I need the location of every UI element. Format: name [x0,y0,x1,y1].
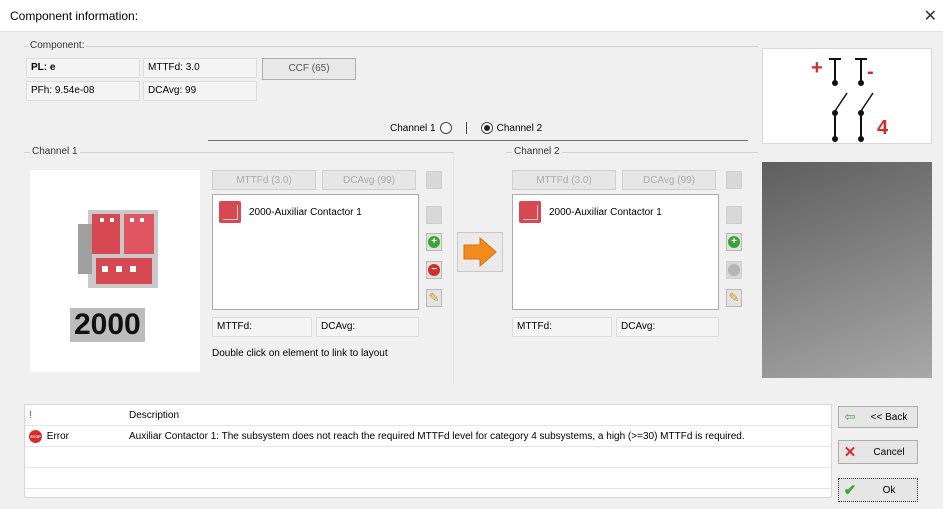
title-bar: Component information: ✕ [0,0,943,32]
channel2-radio-label: Channel 2 [496,122,543,134]
channel1-group-label: Channel 1 [30,146,80,157]
channel2-image-area [762,162,932,378]
channel2-dcavg-button[interactable]: DCAvg (99) [622,170,716,190]
channel2-edit-button[interactable]: ✎ [726,289,742,307]
copy-to-channel2-button[interactable] [457,232,503,272]
error-col-icon: ! [25,405,125,426]
channel1-radio-label: Channel 1 [390,122,436,134]
list-item[interactable]: 2000-Auxiliar Contactor 1 [213,195,418,229]
channel-selector-line [208,140,748,141]
channel2-mttfd-button[interactable]: MTTFd (3.0) [512,170,616,190]
error-type: Error [46,430,70,442]
pfh-field: PFh: 9.54e-08 [26,81,140,101]
add-icon: + [428,236,440,248]
channel1-hint: Double click on element to link to layou… [212,348,388,359]
channel2-group-label: Channel 2 [512,146,562,157]
channel1-list[interactable]: 2000-Auxiliar Contactor 1 [212,194,419,310]
channel1-disabled-icon [426,206,442,224]
arrow-right-icon [463,237,497,267]
list-item[interactable]: 2000-Auxiliar Contactor 1 [513,195,718,229]
minus-label: - [867,61,874,83]
channel1-dcavg-field: DCAvg: [316,317,419,337]
channel2-disabled-icon [726,206,742,224]
pl-field: PL: e [26,58,140,78]
channel-selector: Channel 1 Channel 2 [390,120,542,136]
product-label: 2000 [70,308,145,342]
channel2-list[interactable]: 2000-Auxiliar Contactor 1 [512,194,719,310]
channel1-mttfd-button[interactable]: MTTFd (3.0) [212,170,316,190]
plus-label: + [811,57,823,79]
window-title: Component information: [10,9,139,23]
pencil-icon: ✎ [728,290,740,305]
channel-separator [465,122,467,134]
channel1-radio[interactable] [439,122,452,134]
channel2-mttfd-field: MTTFd: [512,317,612,337]
channel2-disabled-icon-top [726,171,742,189]
channel1-item-label: 2000-Auxiliar Contactor 1 [249,206,362,218]
category-label: 4 [877,117,889,139]
category-diagram: + - 4 [762,48,932,144]
error-table-header: ! Description [25,405,831,426]
error-col-description: Description [125,405,831,426]
channel2-radio[interactable] [480,122,493,134]
remove-icon: − [428,264,440,276]
ccf-button[interactable]: CCF (65) [262,58,356,80]
cancel-button[interactable]: ✕ Cancel [838,440,918,464]
stop-icon: STOP [29,429,42,443]
table-row[interactable]: STOP Error Auxiliar Contactor 1: The sub… [25,425,831,447]
pencil-icon: ✎ [428,290,440,305]
ok-button[interactable]: ✔ Ok [838,478,918,502]
channel1-add-button[interactable]: + [426,233,442,251]
contactor-icon [519,201,541,223]
channel2-dcavg-field: DCAvg: [616,317,719,337]
cancel-x-icon: ✕ [843,444,857,461]
channel1-dcavg-button[interactable]: DCAvg (99) [322,170,416,190]
channel2-remove-button[interactable] [726,261,742,279]
dcavg-field: DCAvg: 99 [143,81,257,101]
channel1-remove-button[interactable]: − [426,261,442,279]
back-arrow-icon: ⇦ [844,409,856,424]
contactor-picture-icon [78,210,158,288]
mttfd-field: MTTFd: 3.0 [143,58,257,78]
remove-disabled-icon [728,264,740,276]
checkmark-icon: ✔ [843,482,857,499]
component-group-label: Component: [28,40,87,51]
channel2-add-button[interactable]: + [726,233,742,251]
contactor-icon [219,201,241,223]
channel1-mttfd-field: MTTFd: [212,317,312,337]
channel1-disabled-icon-top [426,171,442,189]
channel1-edit-button[interactable]: ✎ [426,289,442,307]
product-image: 2000 [30,170,200,372]
back-button[interactable]: ⇦ << Back [838,406,918,428]
error-description: Auxiliar Contactor 1: The subsystem does… [125,425,831,447]
error-table: ! Description STOP Error Auxiliar Contac… [24,404,832,498]
contact-diagram-icon [829,58,874,142]
close-icon[interactable]: ✕ [924,6,937,26]
add-icon: + [728,236,740,248]
channel2-item-label: 2000-Auxiliar Contactor 1 [549,206,662,218]
